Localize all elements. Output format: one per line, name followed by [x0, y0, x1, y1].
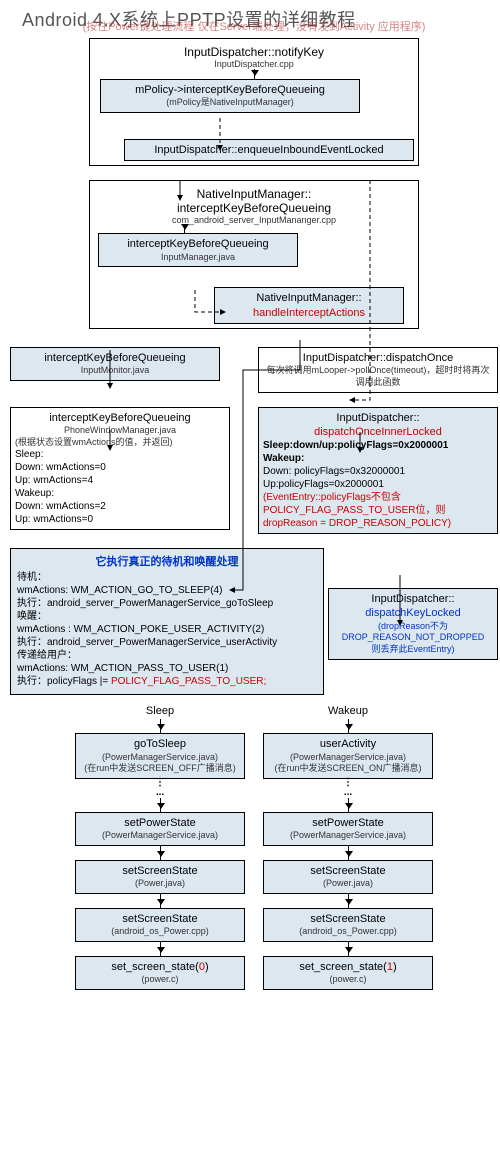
- diagram-page: Android 4.X系统上PPTP设置的详细教程 (按住Power键处理流程 …: [0, 0, 500, 994]
- wake-label: Wakeup: [328, 705, 368, 717]
- b5-s: InputManager.java: [103, 252, 293, 264]
- b10-l6: POLICY_FLAG_PASS_TO_USER位，则: [263, 505, 445, 516]
- wake-box-1: setPowerState(PowerManagerService.java): [263, 812, 433, 846]
- group-notifykey: InputDispatcher::notifyKey InputDispatch…: [89, 38, 419, 166]
- b5: interceptKeyBeforeQueueing InputManager.…: [98, 233, 298, 267]
- b12-l1: (dropReason不为: [333, 621, 493, 633]
- b4-t2: interceptKeyBeforeQueueing: [94, 201, 414, 215]
- b10-l7: dropReason = DROP_REASON_POLICY): [263, 518, 451, 529]
- subtitle: (按住Power键处理流程 仅在Server端处理，没有发到Activity 应…: [4, 18, 500, 34]
- sleep-box-1: setPowerState(PowerManagerService.java): [75, 812, 245, 846]
- b6-t: NativeInputManager::: [219, 291, 399, 305]
- wake-box-4: set_screen_state(1)(power.c): [263, 956, 433, 990]
- b11-last: 执行：policyFlags |= POLICY_FLAG_PASS_TO_US…: [17, 675, 317, 688]
- b10-l5: (EventEntry::policyFlags不包含: [263, 492, 401, 503]
- wake-box-2: setScreenState(Power.java): [263, 860, 433, 894]
- b12-t2: dispatchKeyLocked: [333, 606, 493, 620]
- b10-t2: dispatchOnceInnerLocked: [263, 425, 493, 439]
- b1-sub: InputDispatcher.cpp: [94, 59, 414, 69]
- sleep-box-3: setScreenState(android_os_Power.cpp): [75, 908, 245, 942]
- wake-box-0: userActivity(PowerManagerService.java)(在…: [263, 733, 433, 779]
- wake-chain: Wakeup userActivity(PowerManagerService.…: [263, 703, 433, 990]
- b1-title: InputDispatcher::notifyKey: [94, 45, 414, 59]
- b2: mPolicy->interceptKeyBeforeQueueing (mPo…: [100, 79, 360, 113]
- b2-sub: (mPolicy是NativeInputManager): [105, 97, 355, 109]
- b4-t: NativeInputManager::: [94, 187, 414, 201]
- b7: interceptKeyBeforeQueueing InputMonitor.…: [10, 347, 220, 381]
- b10-l4: Up:policyFlags=0x2000001: [263, 479, 384, 490]
- sleep-box-2: setScreenState(Power.java): [75, 860, 245, 894]
- sleep-boxes: goToSleep(PowerManagerService.java)(在run…: [75, 733, 245, 990]
- b9: interceptKeyBeforeQueueing PhoneWindowMa…: [10, 407, 230, 531]
- group-native-intercept: NativeInputManager:: interceptKeyBeforeQ…: [89, 180, 419, 329]
- b10-l2: Wakeup:: [263, 453, 304, 464]
- b11-title: 它执行真正的待机和唤醒处理: [17, 555, 317, 569]
- b2-title: mPolicy->interceptKeyBeforeQueueing: [105, 83, 355, 97]
- b10-l1: Sleep:down/up:policyFlags=0x2000001: [263, 440, 448, 451]
- b12-l2: DROP_REASON_NOT_DROPPED: [333, 632, 493, 644]
- b9-t: interceptKeyBeforeQueueing: [15, 411, 225, 425]
- b7-t: interceptKeyBeforeQueueing: [15, 351, 215, 365]
- b8: InputDispatcher::dispatchOnce 每次将调用mLoop…: [258, 347, 498, 393]
- b12-t: InputDispatcher::: [333, 592, 493, 606]
- b7-s: InputMonitor.java: [15, 365, 215, 377]
- b9-note: (根据状态设置wmActions的值，并返回): [15, 437, 225, 449]
- b9-lines: Sleep:Down: wmActions=0Up: wmActions=4Wa…: [15, 448, 225, 526]
- b4-s: com_android_server_InputMananger.cpp: [94, 215, 414, 225]
- b6: NativeInputManager:: handleInterceptActi…: [214, 287, 404, 324]
- b9-s: PhoneWindowManager.java: [15, 425, 225, 437]
- b3: InputDispatcher::enqueueInboundEventLock…: [124, 139, 414, 161]
- b11-lines: 待机：wmActions: WM_ACTION_GO_TO_SLEEP(4)执行…: [17, 571, 317, 675]
- b12: InputDispatcher:: dispatchKeyLocked (dro…: [328, 588, 498, 660]
- sleep-box-4: set_screen_state(0)(power.c): [75, 956, 245, 990]
- b6-t2: handleInterceptActions: [219, 306, 399, 320]
- b10-t: InputDispatcher::: [263, 411, 493, 425]
- b3-title: InputDispatcher::enqueueInboundEventLock…: [154, 144, 383, 156]
- b10: InputDispatcher:: dispatchOnceInnerLocke…: [258, 407, 498, 535]
- b11-last-red: POLICY_FLAG_PASS_TO_USER;: [111, 676, 266, 687]
- b8-s: 每次将调用mLooper->pollOnce(timeout)，超时时将再次调用…: [263, 365, 493, 388]
- b11-last-prefix: 执行：policyFlags |=: [17, 676, 111, 687]
- b5-t: interceptKeyBeforeQueueing: [103, 237, 293, 251]
- b10-l3: Down: policyFlags=0x32000001: [263, 466, 405, 477]
- b11: 它执行真正的待机和唤醒处理 待机：wmActions: WM_ACTION_GO…: [10, 548, 324, 695]
- sleep-label: Sleep: [146, 705, 174, 717]
- b8-t: InputDispatcher::dispatchOnce: [263, 351, 493, 365]
- wake-box-3: setScreenState(android_os_Power.cpp): [263, 908, 433, 942]
- wake-boxes: userActivity(PowerManagerService.java)(在…: [263, 733, 433, 990]
- b12-l3: 则丢弃此EventEntry): [333, 644, 493, 656]
- sleep-chain: Sleep goToSleep(PowerManagerService.java…: [75, 703, 245, 990]
- sleep-box-0: goToSleep(PowerManagerService.java)(在run…: [75, 733, 245, 779]
